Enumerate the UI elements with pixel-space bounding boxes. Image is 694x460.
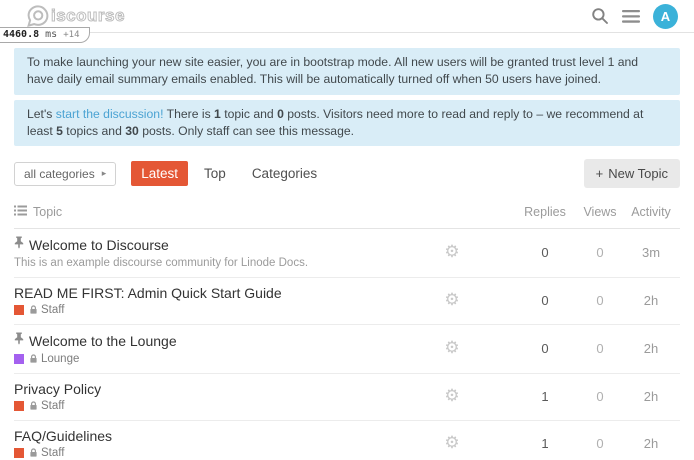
discourse-logo-icon [26, 4, 50, 28]
search-icon[interactable] [591, 7, 609, 25]
views-count: 0 [578, 293, 622, 308]
activity-time[interactable]: 3m [622, 245, 680, 260]
tab-latest[interactable]: Latest [131, 161, 188, 186]
pin-icon [14, 236, 24, 254]
new-topic-button[interactable]: + New Topic [584, 159, 680, 188]
recommended-posts: 30 [125, 124, 139, 138]
replies-count: 0 [512, 341, 578, 356]
bootstrap-banner-text: To make launching your new site easier, … [27, 55, 638, 86]
gear-icon[interactable]: ⚙ [444, 338, 459, 358]
gear-icon[interactable]: ⚙ [444, 433, 459, 453]
pin-icon [14, 332, 24, 350]
miniprofiler-time: 4460.8 [3, 29, 39, 40]
table-row: Privacy Policy Staff ⚙ 1 0 2h [14, 374, 680, 421]
topic-list-header: Topic Replies Views Activity [14, 200, 680, 229]
topic-title-link[interactable]: FAQ/Guidelines [14, 428, 112, 444]
topic-title-link[interactable]: Welcome to Discourse [29, 237, 169, 253]
new-topic-label: New Topic [608, 166, 668, 181]
replies-count: 1 [512, 436, 578, 451]
category-color-badge [14, 354, 24, 364]
column-header-topic: Topic [33, 205, 62, 219]
miniprofiler-badge[interactable]: 4460.8 ms +14 [0, 27, 90, 43]
gear-icon[interactable]: ⚙ [444, 290, 459, 310]
recommended-topics: 5 [56, 124, 63, 138]
topic-list-icon[interactable] [14, 205, 27, 219]
category-link[interactable]: Staff [41, 400, 64, 412]
lock-icon [29, 401, 38, 411]
banner-text: topic and [221, 107, 277, 121]
topic-title-link[interactable]: READ ME FIRST: Admin Quick Start Guide [14, 285, 282, 301]
category-color-badge [14, 448, 24, 458]
activity-time[interactable]: 2h [622, 389, 680, 404]
miniprofiler-unit: ms [45, 29, 57, 40]
banner-text: topics and [63, 124, 125, 138]
topic-excerpt: This is an example discourse community f… [14, 257, 392, 269]
activity-time[interactable]: 2h [622, 341, 680, 356]
post-count: 0 [277, 107, 284, 121]
start-discussion-link[interactable]: start the discussion! [56, 107, 164, 121]
lock-icon [29, 305, 38, 315]
category-link[interactable]: Staff [41, 447, 64, 459]
topic-list-nav: Latest Top Categories [131, 161, 327, 186]
replies-count: 1 [512, 389, 578, 404]
tab-categories[interactable]: Categories [242, 161, 327, 186]
site-header: iscourse A [0, 0, 694, 33]
replies-count: 0 [512, 245, 578, 260]
topic-list: Topic Replies Views Activity Welcome to … [14, 200, 680, 460]
banner-text: Let's [27, 107, 56, 121]
category-color-badge [14, 401, 24, 411]
category-color-badge [14, 305, 24, 315]
category-link[interactable]: Lounge [41, 353, 79, 365]
column-header-activity[interactable]: Activity [622, 205, 680, 219]
miniprofiler-count: +14 [63, 30, 79, 40]
activity-time[interactable]: 2h [622, 293, 680, 308]
table-row: FAQ/Guidelines Staff ⚙ 1 0 2h [14, 421, 680, 460]
list-controls: all categories ▸ Latest Top Categories +… [14, 159, 680, 188]
discourse-logo[interactable]: iscourse [26, 4, 125, 28]
column-header-replies[interactable]: Replies [512, 205, 578, 219]
gear-icon[interactable]: ⚙ [444, 386, 459, 406]
views-count: 0 [578, 389, 622, 404]
banner-text: There is [163, 107, 214, 121]
views-count: 0 [578, 245, 622, 260]
column-header-views[interactable]: Views [578, 205, 622, 219]
activity-time[interactable]: 2h [622, 436, 680, 451]
tab-top[interactable]: Top [194, 161, 236, 186]
plus-icon: + [596, 166, 604, 181]
gear-icon[interactable]: ⚙ [444, 242, 459, 262]
topic-title-link[interactable]: Welcome to the Lounge [29, 333, 177, 349]
topic-title-link[interactable]: Privacy Policy [14, 381, 101, 397]
replies-count: 0 [512, 293, 578, 308]
lock-icon [29, 448, 38, 458]
discourse-wordmark: iscourse [51, 6, 125, 26]
table-row: READ ME FIRST: Admin Quick Start Guide S… [14, 278, 680, 325]
views-count: 0 [578, 341, 622, 356]
hamburger-menu-icon[interactable] [622, 10, 640, 23]
user-avatar[interactable]: A [653, 4, 678, 29]
category-filter-label: all categories [24, 167, 95, 181]
lock-icon [29, 354, 38, 364]
views-count: 0 [578, 436, 622, 451]
banner-text: posts. Only staff can see this message. [139, 124, 354, 138]
category-filter-dropdown[interactable]: all categories ▸ [14, 162, 116, 186]
bootstrap-mode-banner: To make launching your new site easier, … [14, 48, 680, 95]
table-row: Welcome to Discourse This is an example … [14, 229, 680, 278]
category-link[interactable]: Staff [41, 304, 64, 316]
topic-count: 1 [214, 107, 221, 121]
start-discussion-banner: Let's start the discussion! There is 1 t… [14, 100, 680, 147]
table-row: Welcome to the Lounge Lounge ⚙ 0 0 2h [14, 325, 680, 374]
dropdown-arrow-icon: ▸ [102, 168, 107, 179]
